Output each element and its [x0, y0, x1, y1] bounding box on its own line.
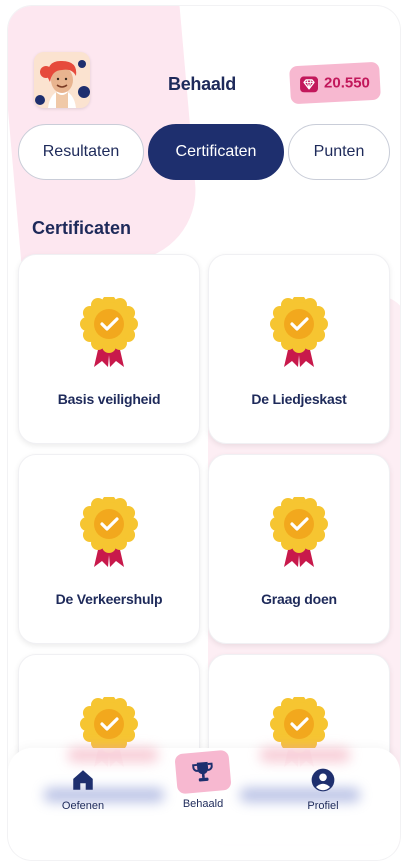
rosette-check-icon: [270, 495, 328, 569]
certificate-label: De Verkeershulp: [55, 591, 163, 607]
page-title: Behaald: [168, 74, 236, 94]
nav-oefenen[interactable]: Oefenen: [38, 762, 128, 832]
nav-label: Behaald: [182, 798, 224, 810]
nav-label: Profiel: [307, 800, 339, 812]
section-title: Certificaten: [32, 218, 132, 238]
certificate-label: Graag doen: [261, 591, 337, 607]
obscured-ribbon: [260, 748, 350, 762]
tab-certificaten[interactable]: Certificaten: [148, 124, 284, 180]
certificate-card[interactable]: Basis veiligheid: [18, 254, 200, 444]
nav-profiel[interactable]: Profiel: [278, 762, 368, 832]
points-badge[interactable]: 20.550: [289, 61, 381, 105]
points-value: 20.550: [324, 73, 370, 91]
profile-icon: [309, 766, 337, 794]
certificate-label: Basis veiligheid: [57, 391, 161, 407]
rosette-check-icon: [80, 295, 138, 369]
bottom-navigation: Oefenen Behaald Profiel: [8, 748, 400, 860]
nav-label: Oefenen: [61, 800, 105, 812]
nav-behaald[interactable]: Behaald: [158, 749, 248, 822]
home-icon: [69, 766, 97, 794]
tab-resultaten[interactable]: Resultaten: [18, 124, 144, 180]
rosette-check-icon: [270, 295, 328, 369]
avatar-illustration: [34, 52, 90, 108]
avatar[interactable]: [34, 52, 90, 108]
trophy-icon: [174, 749, 232, 795]
rosette-check-icon: [80, 495, 138, 569]
obscured-ribbon: [68, 748, 158, 762]
tab-bar: Resultaten Certificaten Punten: [18, 124, 392, 180]
certificate-card[interactable]: De Verkeershulp: [18, 454, 200, 644]
certificate-label: De Liedjeskast: [251, 391, 347, 407]
certificate-card[interactable]: Graag doen: [208, 454, 390, 644]
app-frame: Behaald 20.550 Resultaten Certificaten P…: [8, 6, 400, 860]
certificate-card[interactable]: De Liedjeskast: [208, 254, 390, 444]
diamond-icon: [300, 76, 319, 93]
tab-punten[interactable]: Punten: [288, 124, 390, 180]
